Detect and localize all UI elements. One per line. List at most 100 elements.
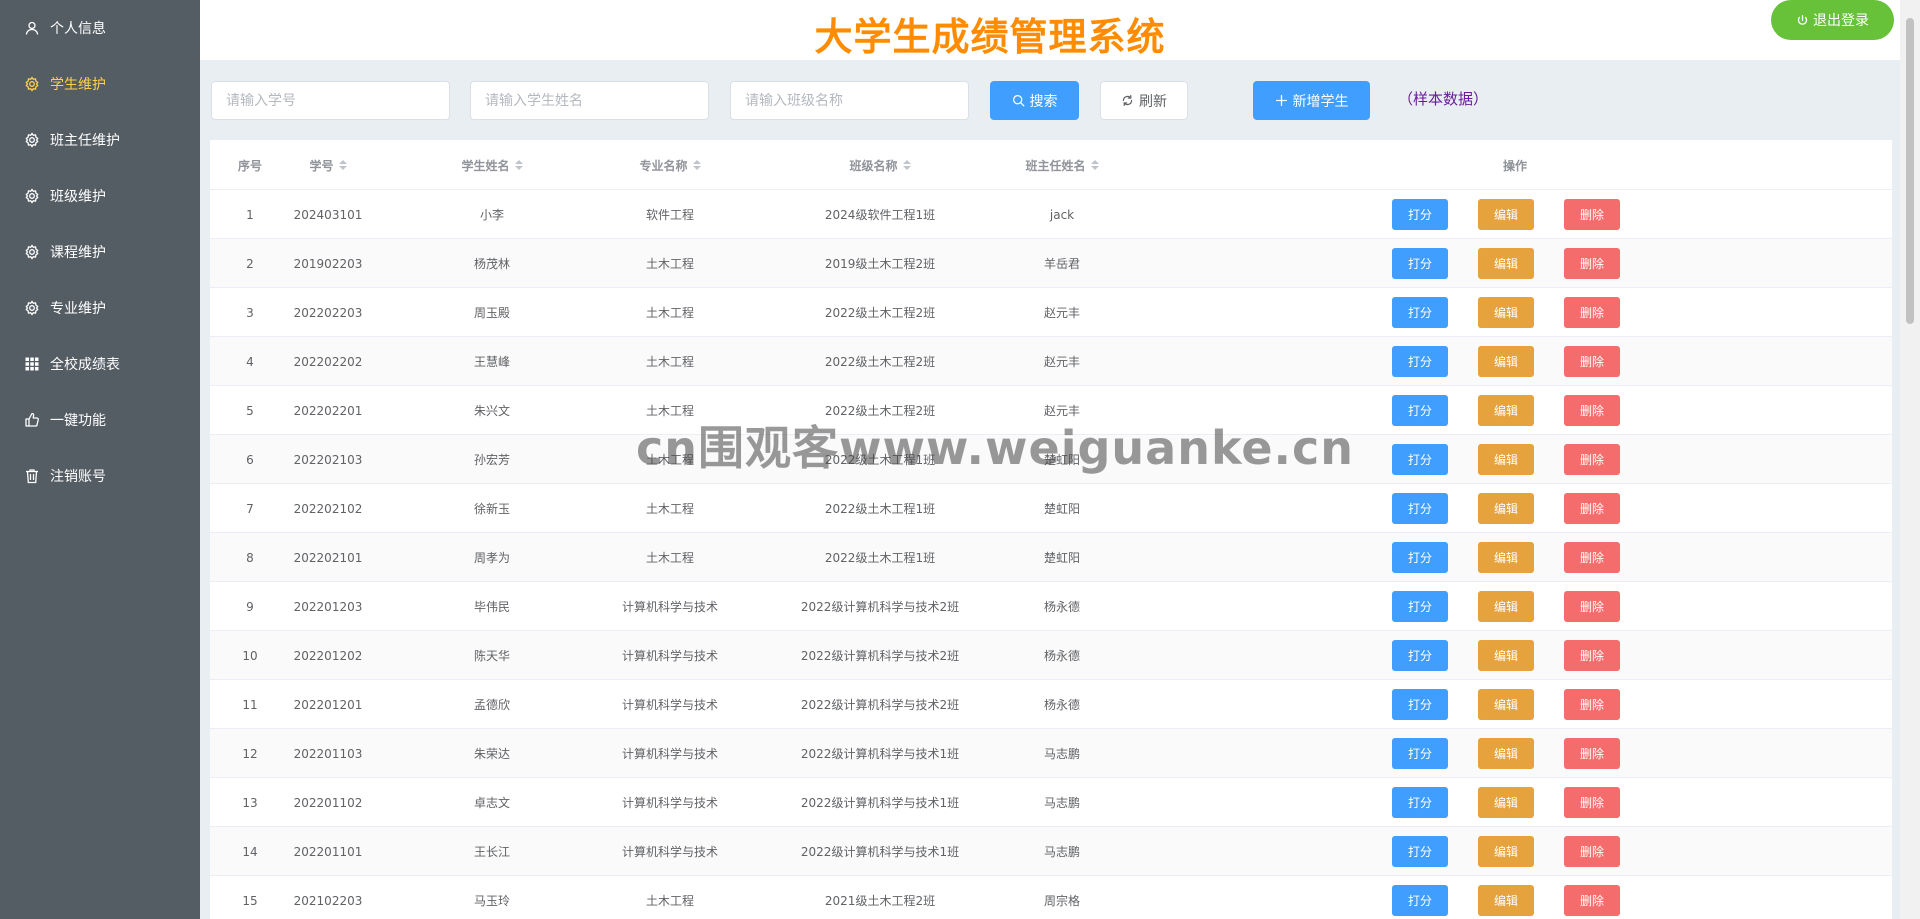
delete-button[interactable]: 删除 <box>1564 787 1620 818</box>
edit-button[interactable]: 编辑 <box>1478 444 1534 475</box>
refresh-button[interactable]: 刷新 <box>1100 81 1188 120</box>
grade-button[interactable]: 打分 <box>1392 738 1448 769</box>
column-header-6: 操作 <box>1365 140 1665 190</box>
cell-class: 2022级土木工程1班 <box>824 453 936 467</box>
cell-id: 202202201 <box>293 403 363 418</box>
delete-button[interactable]: 删除 <box>1564 493 1620 524</box>
sidebar-item-5[interactable]: 专业维护 <box>0 280 200 336</box>
trash-icon <box>24 468 40 484</box>
edit-button[interactable]: 编辑 <box>1478 493 1534 524</box>
delete-button[interactable]: 删除 <box>1564 248 1620 279</box>
edit-button[interactable]: 编辑 <box>1478 199 1534 230</box>
add-student-label: 新增学生 <box>1292 93 1349 110</box>
cell-teacher: 赵元丰 <box>1043 306 1080 320</box>
grade-button[interactable]: 打分 <box>1392 248 1448 279</box>
edit-button[interactable]: 编辑 <box>1478 346 1534 377</box>
sidebar-item-0[interactable]: 个人信息 <box>0 0 200 56</box>
table-row: 11 202201201 孟德欣 计算机科学与技术 2022级计算机科学与技术2班 杨永德… <box>210 680 1892 729</box>
cell-teacher: 赵元丰 <box>1043 404 1080 418</box>
class-name-input[interactable] <box>730 81 969 120</box>
cell-major: 土木工程 <box>645 551 694 565</box>
table-row: 8 202202101 周孝为 土木工程 2022级土木工程1班 楚虹阳 打分 编辑 删除 <box>210 533 1892 582</box>
delete-button[interactable]: 删除 <box>1564 640 1620 671</box>
edit-button[interactable]: 编辑 <box>1478 836 1534 867</box>
edit-button[interactable]: 编辑 <box>1478 248 1534 279</box>
table-row: 3 202202203 周玉殿 土木工程 2022级土木工程2班 赵元丰 打分 编辑 删除 <box>210 288 1892 337</box>
sidebar-item-3[interactable]: 班级维护 <box>0 168 200 224</box>
column-header-3[interactable]: 专业名称 <box>570 140 770 190</box>
edit-button[interactable]: 编辑 <box>1478 640 1534 671</box>
scrollbar-thumb[interactable] <box>1906 18 1914 324</box>
sample-data-note: （样本数据） <box>1398 90 1489 108</box>
delete-button[interactable]: 删除 <box>1564 542 1620 573</box>
grade-button[interactable]: 打分 <box>1392 493 1448 524</box>
header: 大学生成绩管理系统 退出登录 <box>200 0 1900 60</box>
sort-caret-icon[interactable] <box>902 160 911 170</box>
add-student-button[interactable]: 新增学生 <box>1253 81 1370 120</box>
cell-teacher: 杨永德 <box>1043 649 1080 663</box>
student-id-input[interactable] <box>211 81 450 120</box>
grade-button[interactable]: 打分 <box>1392 836 1448 867</box>
sidebar-item-6[interactable]: 全校成绩表 <box>0 336 200 392</box>
sidebar-item-7[interactable]: 一键功能 <box>0 392 200 448</box>
cell-id: 202202103 <box>293 452 363 467</box>
grade-button[interactable]: 打分 <box>1392 444 1448 475</box>
page-scrollbar[interactable] <box>1900 0 1920 919</box>
cell-id: 202201102 <box>293 795 363 810</box>
edit-button[interactable]: 编辑 <box>1478 885 1534 916</box>
edit-button[interactable]: 编辑 <box>1478 591 1534 622</box>
cell-teacher: 羊岳君 <box>1043 257 1080 271</box>
sidebar-item-8[interactable]: 注销账号 <box>0 448 200 504</box>
delete-button[interactable]: 删除 <box>1564 836 1620 867</box>
grade-button[interactable]: 打分 <box>1392 591 1448 622</box>
sidebar-item-2[interactable]: 班主任维护 <box>0 112 200 168</box>
logout-button[interactable]: 退出登录 <box>1771 0 1894 40</box>
sort-caret-icon[interactable] <box>514 160 523 170</box>
sidebar-item-label: 个人信息 <box>50 21 106 37</box>
sort-caret-icon[interactable] <box>1090 160 1099 170</box>
delete-button[interactable]: 删除 <box>1564 199 1620 230</box>
grade-button[interactable]: 打分 <box>1392 689 1448 720</box>
delete-button[interactable]: 删除 <box>1564 297 1620 328</box>
sidebar: 个人信息学生维护 班主任维护 班级维护课程维护专业维护 全校成绩表 一键功能 注销账号 <box>0 0 200 919</box>
grade-button[interactable]: 打分 <box>1392 199 1448 230</box>
column-header-2[interactable]: 学生姓名 <box>412 140 572 190</box>
sidebar-item-1[interactable]: 学生维护 <box>0 56 200 112</box>
cell-teacher: 马志鹏 <box>1043 796 1080 810</box>
sort-caret-icon[interactable] <box>338 160 347 170</box>
column-header-5[interactable]: 班主任姓名 <box>987 140 1137 190</box>
power-icon <box>1796 14 1809 27</box>
delete-button[interactable]: 删除 <box>1564 885 1620 916</box>
table-row: 13 202201102 卓志文 计算机科学与技术 2022级计算机科学与技术1班 马志鹏… <box>210 778 1892 827</box>
column-header-label: 学生姓名 <box>461 158 510 173</box>
search-button[interactable]: 搜索 <box>990 81 1079 120</box>
column-header-1[interactable]: 学号 <box>263 140 393 190</box>
cell-class: 2022级计算机科学与技术2班 <box>800 649 960 663</box>
delete-button[interactable]: 删除 <box>1564 738 1620 769</box>
edit-button[interactable]: 编辑 <box>1478 787 1534 818</box>
search-toolbar: 搜索 刷新 新增学生 （样本数据） <box>200 60 1900 140</box>
edit-button[interactable]: 编辑 <box>1478 689 1534 720</box>
sidebar-item-4[interactable]: 课程维护 <box>0 224 200 280</box>
delete-button[interactable]: 删除 <box>1564 591 1620 622</box>
delete-button[interactable]: 删除 <box>1564 395 1620 426</box>
grade-button[interactable]: 打分 <box>1392 542 1448 573</box>
grade-button[interactable]: 打分 <box>1392 787 1448 818</box>
edit-button[interactable]: 编辑 <box>1478 395 1534 426</box>
grade-button[interactable]: 打分 <box>1392 885 1448 916</box>
sort-caret-icon[interactable] <box>692 160 701 170</box>
delete-button[interactable]: 删除 <box>1564 346 1620 377</box>
student-name-input[interactable] <box>470 81 709 120</box>
sidebar-item-label: 课程维护 <box>50 245 106 261</box>
delete-button[interactable]: 删除 <box>1564 689 1620 720</box>
delete-button[interactable]: 删除 <box>1564 444 1620 475</box>
column-header-4[interactable]: 班级名称 <box>770 140 990 190</box>
edit-button[interactable]: 编辑 <box>1478 738 1534 769</box>
edit-button[interactable]: 编辑 <box>1478 297 1534 328</box>
cell-major: 计算机科学与技术 <box>621 796 718 810</box>
grade-button[interactable]: 打分 <box>1392 346 1448 377</box>
grade-button[interactable]: 打分 <box>1392 640 1448 671</box>
grade-button[interactable]: 打分 <box>1392 395 1448 426</box>
edit-button[interactable]: 编辑 <box>1478 542 1534 573</box>
grade-button[interactable]: 打分 <box>1392 297 1448 328</box>
